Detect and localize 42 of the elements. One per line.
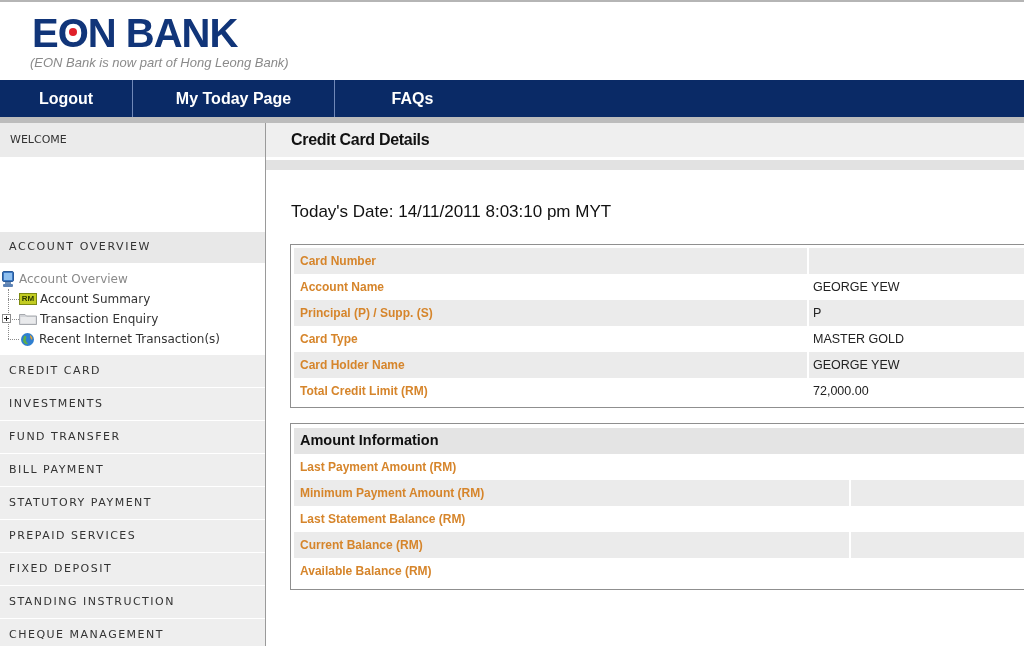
field-label: Account Name — [300, 279, 385, 296]
field-value: P — [813, 304, 822, 322]
page-title: Credit Card Details — [266, 123, 1024, 157]
globe-icon — [21, 332, 34, 346]
menu-item[interactable]: FUND TRANSFER — [0, 420, 265, 453]
tagline: (EON Bank is now part of Hong Leong Bank) — [30, 55, 289, 71]
field-value: GEORGE YEW — [813, 278, 900, 296]
section-header: WELCOME — [0, 123, 265, 157]
field-value: 72,000.00 — [813, 382, 869, 400]
tree-item[interactable]: Transaction Enquiry — [40, 310, 159, 328]
menu-item[interactable]: BILL PAYMENT — [0, 453, 265, 486]
field-value: MASTER GOLD — [813, 330, 904, 348]
tree-item[interactable]: Recent Internet Transaction(s) — [39, 330, 220, 348]
folder-icon — [19, 313, 37, 325]
menu-item[interactable]: PREPAID SERVICES — [0, 519, 265, 552]
plus-icon[interactable] — [2, 314, 11, 323]
field-label: Current Balance (RM) — [300, 537, 423, 554]
field-label: Minimum Payment Amount (RM) — [300, 485, 485, 502]
nav-link[interactable]: FAQs — [335, 80, 490, 117]
field-label: Available Balance (RM) — [300, 563, 432, 580]
menu-item[interactable]: FIXED DEPOSIT — [0, 552, 265, 585]
date-text: Today's Date: 14/11/2011 8:03:10 pm MYT — [291, 202, 612, 222]
section-header: ACCOUNT OVERVIEW — [0, 232, 265, 263]
field-value: GEORGE YEW — [813, 356, 900, 374]
field-label: Card Type — [300, 331, 358, 348]
field-label: Last Payment Amount (RM) — [300, 459, 457, 476]
menu-item[interactable]: CREDIT CARD — [0, 354, 265, 387]
field-label: Card Holder Name — [300, 357, 405, 374]
bank-logo: EON BANK — [32, 13, 238, 53]
field-label: Total Credit Limit (RM) — [300, 383, 428, 400]
currency-badge: RM — [19, 293, 37, 305]
menu-item[interactable]: CHEQUE MANAGEMENT — [0, 618, 265, 646]
tree-item[interactable]: Account Overview — [19, 270, 128, 288]
field-label: Principal (P) / Supp. (S) — [300, 305, 433, 322]
menu-item[interactable]: STANDING INSTRUCTION — [0, 585, 265, 618]
field-label: Card Number — [300, 253, 376, 270]
menu-item[interactable]: STATUTORY PAYMENT — [0, 486, 265, 519]
field-label: Last Statement Balance (RM) — [300, 511, 466, 528]
computer-icon — [2, 271, 14, 287]
tree-item[interactable]: Account Summary — [40, 290, 151, 308]
section-header: Amount Information — [294, 428, 1024, 454]
menu-item[interactable]: INVESTMENTS — [0, 387, 265, 420]
